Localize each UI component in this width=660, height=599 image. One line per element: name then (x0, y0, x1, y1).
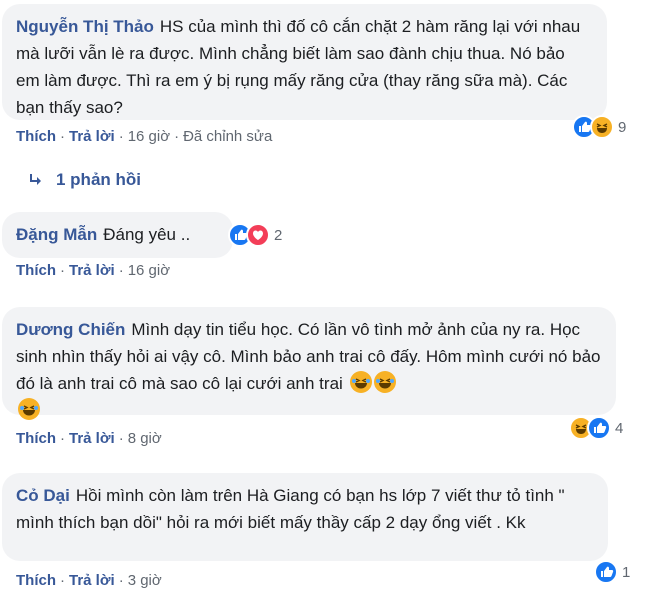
like-link[interactable]: Thích (16, 128, 56, 145)
comment-actions: Thích · Trả lời · 3 giờ (16, 572, 162, 589)
love-icon (246, 223, 270, 247)
timestamp[interactable]: 8 giờ (128, 430, 162, 447)
reply-link[interactable]: Trả lời (69, 262, 115, 279)
timestamp[interactable]: 16 giờ (128, 128, 170, 145)
like-icon (587, 416, 611, 440)
edited-label[interactable]: Đã chỉnh sửa (183, 128, 272, 145)
comment-actions: Thích · Trả lời · 16 giờ (16, 262, 171, 279)
comment-actions: Thích · Trả lời · 8 giờ (16, 430, 162, 447)
reply-link[interactable]: Trả lời (69, 572, 115, 589)
reaction-count: 9 (618, 118, 627, 136)
comment-author[interactable]: Nguyễn Thị Thảo (16, 17, 154, 36)
like-link[interactable]: Thích (16, 572, 56, 589)
comment-bubble: Dương Chiến Mình dạy tin tiểu học. Có lần… (2, 307, 616, 420)
comment-bubble: Nguyễn Thị Thảo HS của mình thì đố cô cắn… (2, 4, 607, 120)
laughing-emoji-icon (349, 371, 372, 393)
reactions-summary[interactable]: 2 (226, 223, 286, 247)
view-replies-link[interactable]: 1 phản hồi (28, 170, 141, 190)
replies-count-label: 1 phản hồi (56, 170, 141, 189)
comment-author[interactable]: Cỏ Dại (16, 486, 70, 505)
reply-link[interactable]: Trả lời (69, 430, 115, 447)
reactions-summary[interactable]: 4 (567, 416, 627, 440)
laughing-emoji-icon (373, 371, 396, 393)
like-link[interactable]: Thích (16, 262, 56, 279)
like-link[interactable]: Thích (16, 430, 56, 447)
laughing-emoji-icon (18, 398, 40, 420)
comment-text: Hồi mình còn làm trên Hà Giang có bạn hs… (16, 486, 565, 532)
reply-link[interactable]: Trả lời (69, 128, 115, 145)
timestamp[interactable]: 3 giờ (128, 572, 162, 589)
like-icon (594, 560, 618, 584)
comment-text: Đáng yêu .. (103, 225, 191, 244)
reaction-count: 4 (615, 419, 624, 437)
comment-actions: Thích · Trả lời · 16 giờ · Đã chỉnh sửa (16, 128, 273, 145)
reaction-count: 1 (622, 563, 631, 581)
reactions-summary[interactable]: 9 (570, 115, 630, 139)
haha-icon (590, 115, 614, 139)
reactions-summary[interactable]: 1 (592, 560, 634, 584)
timestamp[interactable]: 16 giờ (128, 262, 170, 279)
reply-arrow-icon (30, 174, 41, 185)
comment-bubble: Cỏ Dại Hồi mình còn làm trên Hà Giang có … (2, 473, 608, 561)
reaction-count: 2 (274, 226, 283, 244)
comment-bubble: Đặng Mẫn Đáng yêu .. (2, 212, 233, 258)
comment-author[interactable]: Dương Chiến (16, 320, 125, 339)
comment-author[interactable]: Đặng Mẫn (16, 225, 97, 244)
